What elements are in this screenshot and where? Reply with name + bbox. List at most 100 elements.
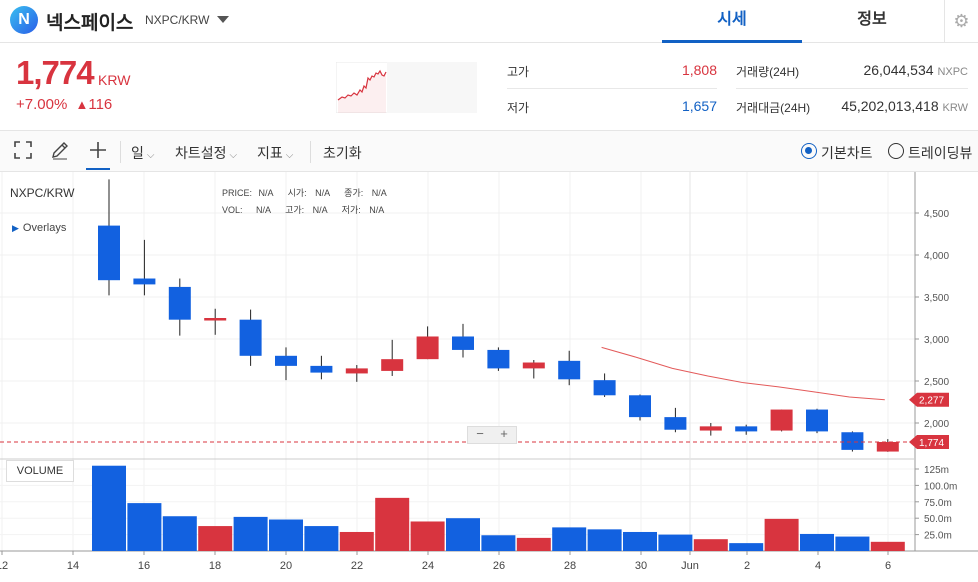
volume-panel-label: VOLUME: [6, 460, 74, 482]
current-price-tag: 1,774: [919, 438, 944, 449]
time-axis-tick: 6: [885, 560, 891, 572]
ohlc-legend: PRICE: N/A 시가: N/A 종가: N/A: [222, 186, 387, 199]
chart-settings-button[interactable]: 차트설정 ⌵: [175, 143, 237, 163]
candle-body: [381, 359, 404, 371]
candle-body: [98, 225, 120, 281]
chevron-down-icon: ⌵: [285, 150, 294, 161]
candle-body: [204, 318, 227, 321]
price-unit: KRW: [98, 72, 131, 88]
indicators-button[interactable]: 지표 ⌵: [257, 143, 293, 163]
ohlc-price-value: N/A: [258, 188, 274, 198]
chevron-down-icon: ⌵: [229, 150, 238, 161]
time-axis-tick: 18: [209, 560, 221, 572]
volume-bar: [410, 521, 445, 551]
candle-body: [841, 432, 864, 450]
volume-bar: [269, 519, 303, 551]
volume-bar: [446, 518, 480, 551]
candle-body: [452, 336, 474, 350]
candle-body: [699, 426, 722, 431]
candle-body: [735, 426, 758, 432]
fullscreen-icon[interactable]: [11, 140, 35, 164]
moving-average-line: [601, 346, 885, 401]
amount-24h-label: 거래대금(24H): [736, 101, 811, 115]
volume-bar: [127, 503, 162, 551]
candle-body: [876, 441, 899, 452]
chevron-down-icon[interactable]: [217, 16, 229, 23]
candlestick-chart[interactable]: 4,500 4,000 3,500 3,000 2,500 2,000 125m 100.0m…: [0, 172, 978, 582]
price-axis-tick: 3,500: [924, 293, 949, 304]
volume-bar: [198, 526, 233, 551]
plus-icon[interactable]: [86, 140, 110, 170]
divider: [736, 88, 968, 89]
price-chart[interactable]: 4,500 4,000 3,500 3,000 2,500 2,000 125m 100.0m…: [0, 172, 978, 582]
volume-bar: [481, 535, 516, 551]
reset-button[interactable]: 초기화: [323, 143, 362, 163]
tab-price[interactable]: 시세: [662, 0, 802, 43]
volume-bar: [233, 516, 268, 551]
tradingview-label[interactable]: 트레이딩뷰: [908, 143, 972, 163]
candle-body: [168, 286, 191, 320]
ohlc-low-value: N/A: [369, 205, 385, 215]
ohlc-open-label: 시가:: [287, 188, 307, 198]
price-axis-tick: 4,000: [924, 251, 949, 262]
pencil-icon[interactable]: [48, 140, 72, 164]
ohlc-open-value: N/A: [315, 188, 330, 198]
volume-bar: [304, 526, 339, 551]
period-select[interactable]: 일 ⌵: [131, 143, 154, 163]
chart-settings-label: 차트설정: [175, 145, 227, 161]
price-axis-tick: 4,500: [924, 209, 949, 220]
candle-body: [629, 395, 651, 418]
candle-body: [133, 278, 156, 285]
candle-body: [345, 368, 368, 374]
volume-bar: [658, 534, 693, 551]
time-axis-tick: 30: [635, 560, 647, 572]
ohlc-close-label: 종가:: [344, 188, 364, 198]
time-axis-tick: 16: [138, 560, 150, 572]
candle-body: [487, 349, 510, 369]
coin-name[interactable]: 넥스페이스: [46, 8, 133, 35]
amount-24h-number: 45,202,013,418: [841, 98, 939, 114]
change-percent: +7.00%: [16, 96, 68, 113]
volume-24h-value: 26,044,534 NXPC: [820, 62, 968, 78]
ohlc-vol-label: VOL:: [222, 205, 243, 215]
overlays-label: Overlays: [22, 222, 67, 234]
candle-body: [239, 319, 262, 356]
volume-bar: [162, 516, 197, 551]
candle-body: [593, 380, 616, 396]
time-axis-tick: 24: [422, 560, 434, 572]
zoom-in-button[interactable]: +: [494, 426, 514, 441]
gear-icon[interactable]: ⚙: [944, 0, 978, 43]
chart-pair-label: NXPC/KRW: [10, 186, 75, 200]
change-amount: 116: [88, 96, 113, 113]
ohlc-low-label: 저가:: [341, 205, 361, 215]
time-axis-tick: 26: [493, 560, 505, 572]
zoom-out-button[interactable]: −: [470, 426, 490, 441]
high-label: 고가: [507, 65, 530, 79]
basic-chart-radio[interactable]: [801, 143, 817, 159]
volume-bar: [693, 539, 728, 551]
tradingview-radio[interactable]: [888, 143, 904, 159]
volume-axis-tick: 25.0m: [924, 531, 952, 542]
chart-toolbar: 일 ⌵ 차트설정 ⌵ 지표 ⌵ 초기화 기본차트 트레이딩뷰: [0, 130, 978, 172]
overlays-toggle[interactable]: ▶ Overlays: [12, 222, 66, 234]
volume-24h-label: 거래량(24H): [736, 65, 800, 79]
basic-chart-label[interactable]: 기본차트: [821, 143, 873, 163]
time-axis-tick: 20: [280, 560, 292, 572]
divider: [310, 141, 311, 163]
zoom-control: − +: [467, 426, 517, 444]
price-axis-tick: 2,500: [924, 377, 949, 388]
volume-bar: [623, 531, 657, 551]
coin-pair[interactable]: NXPC/KRW: [145, 13, 209, 27]
tab-info[interactable]: 정보: [802, 0, 942, 43]
candle-body: [664, 417, 687, 430]
current-price: 1,774: [16, 54, 95, 91]
amount-24h-unit: KRW: [942, 102, 968, 114]
ohlc-close-value: N/A: [371, 188, 387, 198]
ohlc-high-value: N/A: [312, 205, 328, 215]
time-axis-tick: 12: [0, 560, 8, 572]
volume-bar: [339, 531, 374, 551]
volume-bar: [729, 543, 764, 551]
volume-bar: [835, 536, 870, 551]
price-axis-tick: 3,000: [924, 335, 949, 346]
time-axis-tick: 4: [815, 560, 821, 572]
